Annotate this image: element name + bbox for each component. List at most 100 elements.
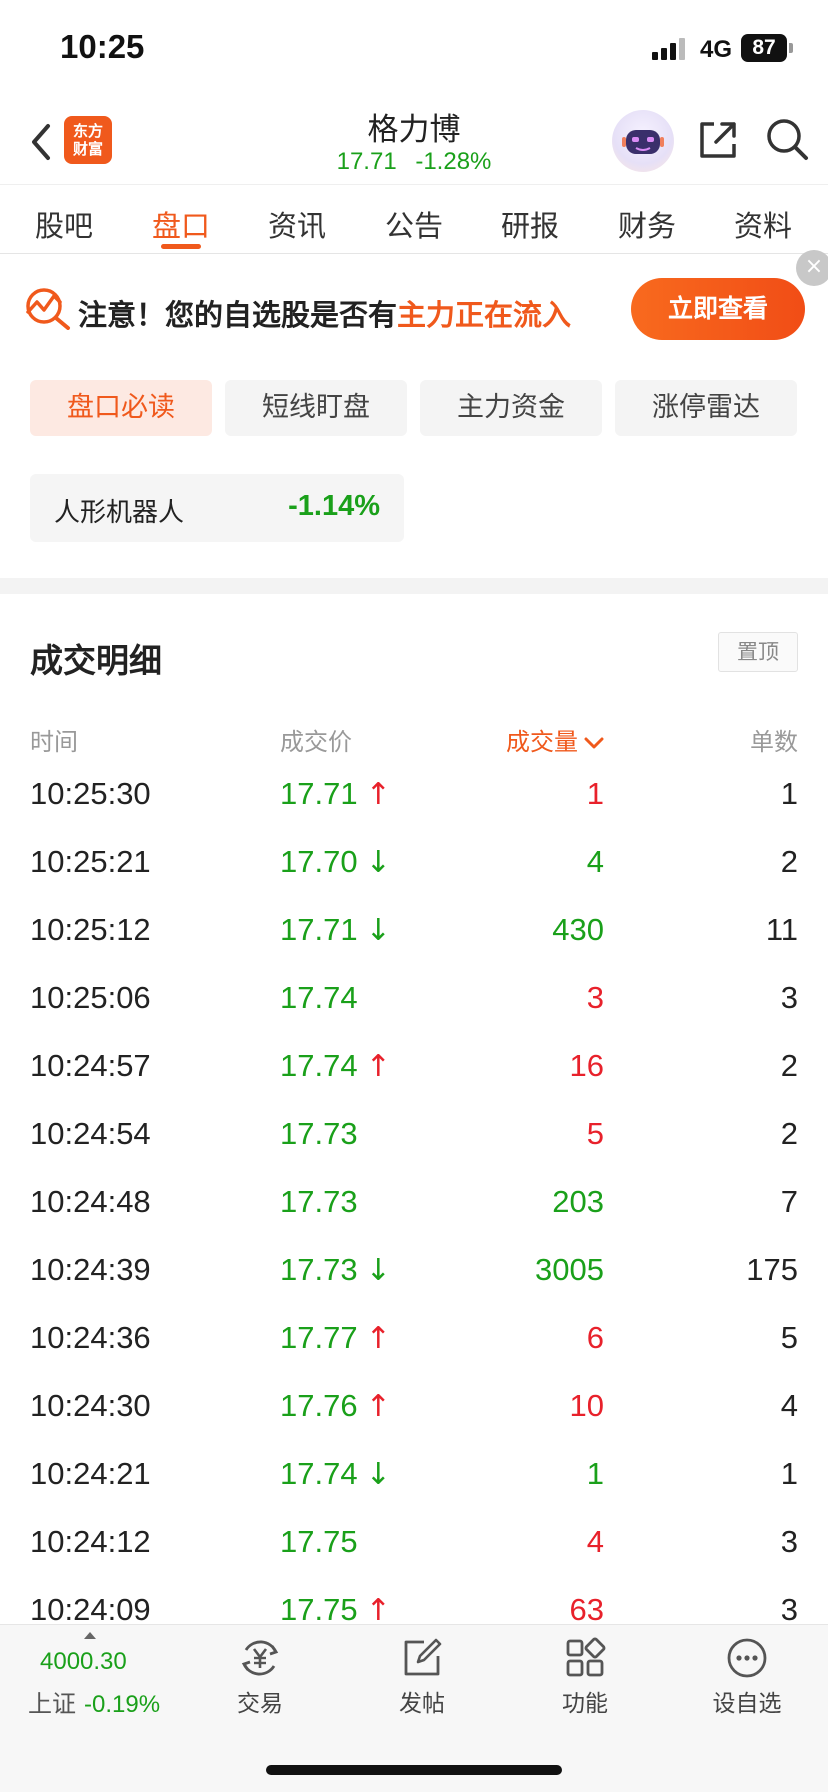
grid-icon (566, 1637, 606, 1677)
trade-price: 17.74 ↑ (280, 1048, 391, 1084)
nav-add-watchlist-label: 设自选 (712, 1691, 782, 1717)
trade-count: 11 (765, 912, 798, 947)
trade-volume: 1 (586, 1456, 604, 1491)
trade-count: 7 (780, 1184, 798, 1219)
trade-count: 3 (780, 1592, 798, 1627)
subtab-short-term-watch[interactable]: 短线盯盘 (225, 380, 407, 436)
index-value[interactable]: 4000.30 (40, 1648, 127, 1676)
trade-price-value: 17.71 (280, 776, 358, 811)
subtab-main-funds[interactable]: 主力资金 (420, 380, 602, 436)
trade-count: 3 (780, 1524, 798, 1559)
nav-post[interactable]: 发帖 (367, 1636, 477, 1718)
trade-time: 10:24:09 (30, 1592, 151, 1627)
battery-icon: 87 (741, 34, 787, 62)
table-row: 10:24:48 17.73 203 7 (0, 1170, 828, 1238)
trade-time: 10:24:57 (30, 1048, 151, 1083)
index-ticker[interactable]: 上证 -0.19% (28, 1684, 160, 1719)
tab-profile[interactable]: 资料 (713, 203, 813, 245)
view-now-button[interactable]: 立即查看 (631, 278, 805, 340)
nav-add-watchlist[interactable]: 设自选 (692, 1636, 802, 1718)
trade-count: 1 (780, 776, 798, 811)
trade-time: 10:24:21 (30, 1456, 151, 1491)
trade-time: 10:25:21 (30, 844, 151, 879)
search-icon[interactable] (764, 116, 810, 162)
trade-price: 17.71 ↑ (280, 776, 391, 812)
trade-price: 17.73 (280, 1116, 358, 1152)
trade-price: 17.71 ↓ (280, 912, 391, 948)
trade-price-value: 17.70 (280, 844, 358, 879)
trade-price-value: 17.73 (280, 1184, 358, 1219)
trade-count: 2 (780, 1116, 798, 1151)
trade-count: 1 (780, 1456, 798, 1491)
subtab-limit-up-radar[interactable]: 涨停雷达 (615, 380, 797, 436)
active-tab-indicator (161, 244, 201, 249)
table-row: 10:25:06 17.74 3 3 (0, 966, 828, 1034)
trade-volume: 3 (586, 980, 604, 1015)
nav-functions-label: 功能 (562, 1691, 608, 1717)
table-row: 10:24:30 17.76 ↑ 10 4 (0, 1374, 828, 1442)
trade-volume: 430 (552, 912, 604, 947)
close-icon[interactable]: × (796, 250, 828, 286)
battery-tip (789, 43, 793, 53)
trade-price-value: 17.75 (280, 1592, 358, 1627)
table-row: 10:24:39 17.73 ↓ 3005 175 (0, 1238, 828, 1306)
nav-functions[interactable]: 功能 (530, 1636, 640, 1718)
trade-volume: 4 (586, 844, 604, 879)
share-icon[interactable] (696, 118, 740, 162)
home-indicator[interactable] (266, 1765, 562, 1775)
stock-change-pct: -1.28% (415, 148, 492, 175)
trade-count: 4 (780, 1388, 798, 1423)
trade-price-value: 17.77 (280, 1320, 358, 1355)
stock-price: 17.71 (336, 148, 397, 175)
trade-price: 17.74 ↓ (280, 1456, 391, 1492)
trade-count: 5 (780, 1320, 798, 1355)
col-header-volume[interactable]: 成交量 (506, 722, 604, 757)
trade-count: 175 (746, 1252, 798, 1287)
trade-price-value: 17.71 (280, 912, 358, 947)
col-header-volume-label: 成交量 (506, 728, 578, 756)
trade-yen-icon (241, 1640, 279, 1676)
status-time: 10:25 (60, 28, 145, 65)
arrow-down-icon: ↓ (365, 913, 391, 948)
tab-guba[interactable]: 股吧 (14, 203, 114, 245)
tab-announcements[interactable]: 公告 (364, 203, 464, 245)
trade-price-value: 17.74 (280, 980, 358, 1015)
tab-pankou[interactable]: 盘口 (131, 203, 231, 245)
arrow-up-icon: ↑ (365, 1593, 391, 1628)
trade-detail-title: 成交明细 (30, 641, 162, 680)
trade-volume: 1 (586, 776, 604, 811)
trade-price-value: 17.73 (280, 1252, 358, 1287)
trade-price: 17.75 (280, 1524, 358, 1560)
sector-change: -1.14% (288, 490, 380, 522)
pin-to-top-button[interactable]: 置顶 (718, 632, 798, 672)
tab-research[interactable]: 研报 (480, 203, 580, 245)
sector-card[interactable]: 人形机器人 -1.14% (30, 474, 404, 542)
trade-time: 10:24:54 (30, 1116, 151, 1151)
trade-price-value: 17.74 (280, 1048, 358, 1083)
trade-time: 10:24:30 (30, 1388, 151, 1423)
arrow-down-icon: ↓ (365, 1253, 391, 1288)
trade-time: 10:24:36 (30, 1320, 151, 1355)
table-row: 10:24:12 17.75 4 3 (0, 1510, 828, 1578)
subtab-pankou-must-read[interactable]: 盘口必读 (30, 380, 212, 436)
nav-trade[interactable]: 交易 (205, 1636, 315, 1718)
nav-trade-label: 交易 (237, 1691, 283, 1717)
trade-volume: 4 (586, 1524, 604, 1559)
trade-volume: 10 (569, 1388, 604, 1423)
trade-time: 10:24:39 (30, 1252, 151, 1287)
col-header-time: 时间 (30, 728, 78, 756)
trade-volume: 63 (569, 1592, 604, 1627)
more-dots-icon (727, 1638, 767, 1678)
trade-price-value: 17.73 (280, 1116, 358, 1151)
banner-text-prefix: 注意！您的自选股是否有 (78, 298, 398, 332)
trade-price: 17.75 ↑ (280, 1592, 391, 1628)
tab-news[interactable]: 资讯 (247, 203, 347, 245)
trade-time: 10:24:12 (30, 1524, 151, 1559)
trade-price: 17.77 ↑ (280, 1320, 391, 1356)
arrow-up-icon: ↑ (365, 1389, 391, 1424)
ai-assistant-robot-icon[interactable] (612, 110, 674, 172)
trade-count: 2 (780, 1048, 798, 1083)
tab-finance[interactable]: 财务 (597, 203, 697, 245)
caret-up-icon[interactable] (84, 1632, 96, 1639)
trade-time: 10:25:12 (30, 912, 151, 947)
